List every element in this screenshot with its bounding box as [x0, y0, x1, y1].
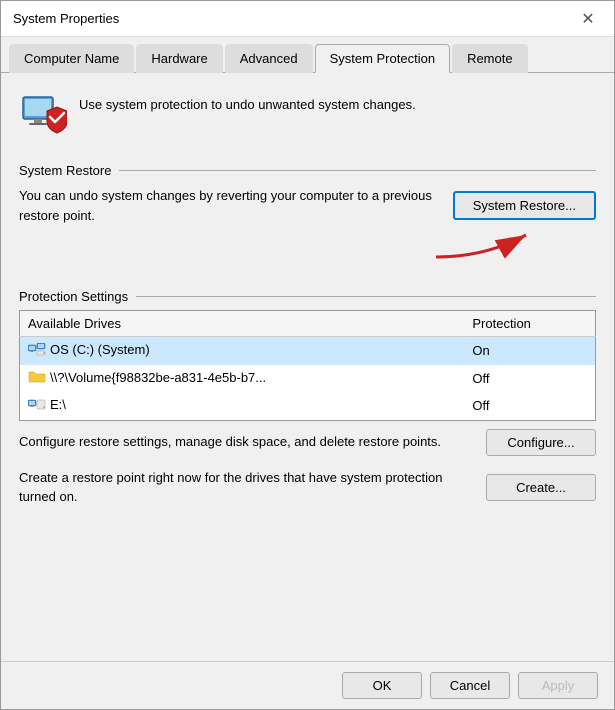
protection-divider — [136, 296, 596, 297]
drive-icon: E:\ — [28, 397, 66, 412]
content-area: Use system protection to undo unwanted s… — [1, 73, 614, 661]
tab-advanced[interactable]: Advanced — [225, 44, 313, 73]
drive-name-cell: E:\ — [20, 392, 465, 420]
cancel-button[interactable]: Cancel — [430, 672, 510, 699]
title-bar: System Properties ✕ — [1, 1, 614, 37]
col-protection: Protection — [464, 311, 595, 337]
drive-icon: \\?\Volume{f98832be-a831-4e5b-b7... — [28, 370, 266, 385]
protection-settings-label: Protection Settings — [19, 289, 128, 304]
system-properties-window: System Properties ✕ Computer Name Hardwa… — [0, 0, 615, 710]
protection-settings-section: Protection Settings Available Drives Pro… — [19, 289, 596, 511]
create-button[interactable]: Create... — [486, 474, 596, 501]
drive-protection-cell: On — [464, 337, 595, 365]
tab-remote[interactable]: Remote — [452, 44, 528, 73]
tab-computer-name[interactable]: Computer Name — [9, 44, 134, 73]
header-description: Use system protection to undo unwanted s… — [79, 91, 416, 112]
drive-protection-cell: Off — [464, 365, 595, 393]
create-description: Create a restore point right now for the… — [19, 468, 476, 507]
footer: OK Cancel Apply — [1, 661, 614, 709]
create-row: Create a restore point right now for the… — [19, 460, 596, 511]
ok-button[interactable]: OK — [342, 672, 422, 699]
apply-button[interactable]: Apply — [518, 672, 598, 699]
system-restore-label: System Restore — [19, 163, 111, 178]
configure-button[interactable]: Configure... — [486, 429, 596, 456]
restore-description: You can undo system changes by reverting… — [19, 186, 443, 225]
table-row[interactable]: E:\ Off — [20, 392, 596, 420]
col-drives: Available Drives — [20, 311, 465, 337]
window-title: System Properties — [13, 11, 119, 26]
system-restore-title-row: System Restore — [19, 163, 596, 178]
tab-hardware[interactable]: Hardware — [136, 44, 222, 73]
tab-bar: Computer Name Hardware Advanced System P… — [1, 37, 614, 73]
close-button[interactable]: ✕ — [574, 5, 602, 33]
drive-protection-cell: Off — [464, 392, 595, 420]
drives-table: Available Drives Protection OS (C:) (Sys… — [19, 310, 596, 421]
table-row[interactable]: OS (C:) (System) On — [20, 337, 596, 365]
configure-row: Configure restore settings, manage disk … — [19, 421, 596, 460]
table-row[interactable]: \\?\Volume{f98832be-a831-4e5b-b7... Off — [20, 365, 596, 393]
restore-row: You can undo system changes by reverting… — [19, 184, 596, 233]
shield-computer-icon — [19, 91, 67, 139]
system-restore-button[interactable]: System Restore... — [453, 191, 596, 220]
arrow-area — [19, 233, 596, 273]
system-restore-divider — [119, 170, 596, 171]
configure-description: Configure restore settings, manage disk … — [19, 432, 476, 452]
tab-system-protection[interactable]: System Protection — [315, 44, 451, 73]
arrow-icon — [426, 227, 546, 265]
header-row: Use system protection to undo unwanted s… — [19, 87, 596, 147]
drive-name-cell: OS (C:) (System) — [20, 337, 465, 365]
system-restore-section: System Restore You can undo system chang… — [19, 163, 596, 273]
drive-name-cell: \\?\Volume{f98832be-a831-4e5b-b7... — [20, 365, 465, 393]
protection-title-row: Protection Settings — [19, 289, 596, 304]
drive-icon: OS (C:) (System) — [28, 342, 150, 357]
